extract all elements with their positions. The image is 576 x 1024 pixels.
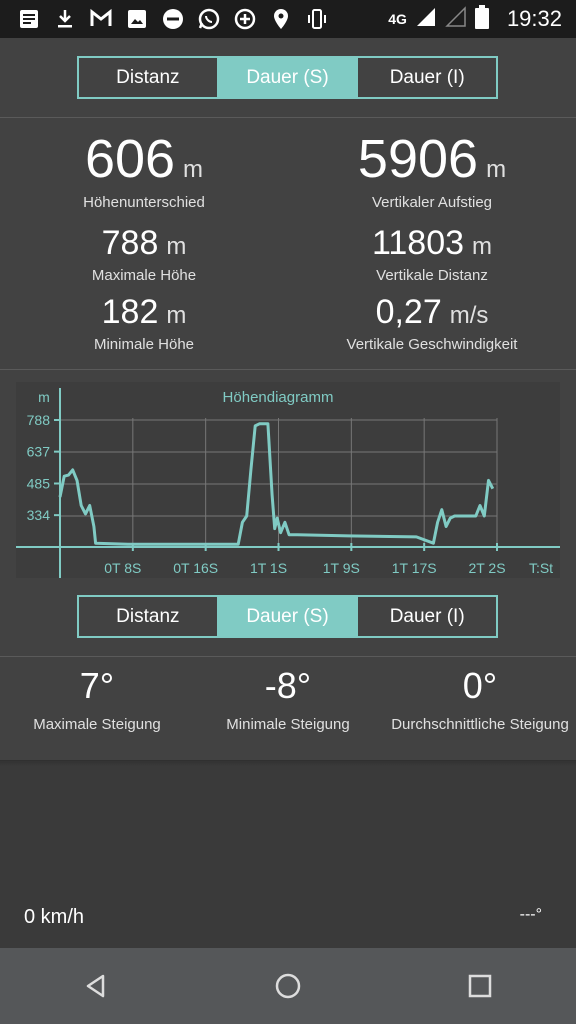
stat-label: Maximale Höhe (91, 267, 197, 284)
chart-mode-tabs-bottom: Distanz Dauer (S) Dauer (I) (77, 595, 498, 638)
stat-unit: m (166, 233, 187, 260)
tab-dauer-i[interactable]: Dauer (I) (358, 58, 496, 97)
chart-title: Höhendiagramm (223, 389, 334, 406)
stat-vertical-ascent: 5906 m Vertikaler Aufstieg (312, 128, 552, 211)
stat-unit: m (166, 302, 187, 329)
x-tick-label: 1T 9S (323, 560, 360, 576)
slope-avg: 0° Durchschnittliche Steigung (385, 665, 575, 734)
stat-unit: m (183, 156, 204, 183)
stat-value: 606 (84, 129, 176, 189)
x-tick-label: 0T 8S (104, 560, 141, 576)
dnd-icon (160, 6, 186, 32)
stat-label: Minimale Höhe (93, 336, 195, 353)
stat-value: 0,27 (375, 293, 442, 331)
whatsapp-icon (196, 6, 222, 32)
slope-panel: 7° Maximale Steigung -8° Minimale Steigu… (0, 657, 576, 761)
x-axis-label: T:St (529, 560, 553, 576)
slope-value: 7° (79, 665, 115, 706)
panel-shadow (0, 760, 576, 766)
slope-label: Minimale Steigung (226, 716, 350, 733)
data-saver-icon (232, 6, 258, 32)
stat-label: Vertikale Geschwindigkeit (346, 336, 518, 353)
stat-unit: m (472, 233, 493, 260)
recents-icon[interactable] (450, 956, 510, 1016)
network-type: 4G (388, 11, 407, 27)
clock: 19:32 (506, 6, 562, 31)
x-tick-label: 1T 1S (250, 560, 287, 576)
stat-label: Höhenunterschied (83, 194, 205, 211)
tab-dauer-i[interactable]: Dauer (I) (358, 597, 496, 636)
stat-value: 11803 (371, 224, 465, 262)
battery-icon (474, 4, 489, 34)
slope-value: 0° (462, 665, 498, 706)
stat-label: Vertikale Distanz (376, 267, 488, 284)
y-tick-label: 637 (27, 444, 51, 460)
slope-max: 7° Maximale Steigung (2, 665, 192, 734)
tab-dauer-s[interactable]: Dauer (S) (218, 58, 359, 97)
download-icon (52, 6, 78, 32)
slope-min: -8° Minimale Steigung (193, 665, 383, 734)
tab-distanz[interactable]: Distanz (79, 597, 219, 636)
y-axis-label: m (38, 389, 50, 405)
y-tick-label: 788 (27, 412, 51, 428)
back-icon[interactable] (66, 956, 126, 1016)
signal-icon (415, 6, 437, 33)
stat-max-height: 788 m Maximale Höhe (24, 224, 264, 284)
map-status-area (0, 762, 576, 948)
stat-unit: m (486, 156, 507, 183)
home-icon[interactable] (258, 956, 318, 1016)
stat-value: 5906 (357, 129, 479, 189)
navigation-bar (0, 948, 576, 1024)
x-tick-label: 2T 2S (468, 560, 505, 576)
signal-icon-2 (445, 5, 467, 33)
stat-height-difference: 606 m Höhenunterschied (24, 128, 264, 211)
elevation-chart-svg: 788 637 485 334 0T 8S 0T 16S 1T 1S 1T 9S 1T 17S 2… (16, 388, 560, 578)
stat-vertical-distance: 11803 m Vertikale Distanz (312, 224, 552, 284)
tab-dauer-s[interactable]: Dauer (S) (218, 597, 359, 636)
image-icon (124, 6, 150, 32)
slope-label: Maximale Steigung (33, 716, 161, 733)
chart-mode-tabs-top: Distanz Dauer (S) Dauer (I) (77, 56, 498, 99)
divider (0, 369, 576, 370)
stat-vertical-speed: 0,27 m/s Vertikale Geschwindigkeit (312, 293, 552, 353)
slope-value: -8° (264, 665, 312, 706)
speed-readout: 0 km/h (24, 906, 85, 928)
stat-value: 182 (101, 293, 159, 331)
stat-min-height: 182 m Minimale Höhe (24, 293, 264, 353)
elevation-chart[interactable]: 788 637 485 334 0T 8S 0T 16S 1T 1S 1T 9S 1T 17S 2… (16, 382, 560, 578)
divider (0, 117, 576, 118)
heading-readout: ---° (519, 906, 542, 923)
y-tick-label: 334 (27, 507, 51, 523)
news-icon (16, 6, 42, 32)
stat-unit: m/s (449, 302, 489, 329)
gmail-icon (88, 6, 114, 32)
tab-distanz[interactable]: Distanz (79, 58, 219, 97)
stat-label: Vertikaler Aufstieg (371, 194, 493, 211)
vibrate-icon (304, 6, 330, 32)
x-tick-label: 1T 17S (392, 560, 437, 576)
location-icon (268, 6, 294, 32)
x-tick-label: 0T 16S (173, 560, 218, 576)
status-bar: 4G 19:32 (0, 0, 576, 38)
slope-label: Durchschnittliche Steigung (391, 716, 569, 733)
stat-value: 788 (101, 224, 159, 262)
y-tick-label: 485 (27, 476, 51, 492)
